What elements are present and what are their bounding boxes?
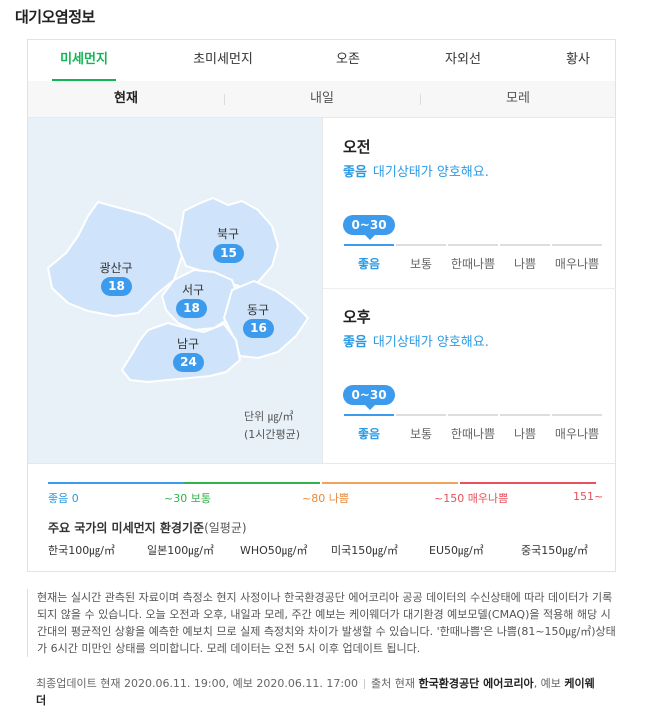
district-name: 북구 (216, 227, 240, 241)
district-value-badge[interactable]: 18 (176, 299, 207, 318)
scale-label: 매우나쁨 (554, 257, 600, 271)
tab-uv[interactable]: 자외선 (438, 40, 488, 81)
scale-bar-normal (396, 244, 446, 246)
tab-yellow-dust[interactable]: 황사 (558, 40, 598, 81)
scale-bar-good (344, 414, 394, 416)
standard-item: 일본100㎍/㎥ (147, 544, 214, 557)
period-title-am: 오전 (343, 138, 371, 156)
divider (323, 288, 616, 289)
unit-average-text: (1시간평균) (244, 428, 301, 441)
disclaimer-notes: 현재는 실시간 관측된 자료이며 측정소 현지 사정이나 한국환경공단 에어코리… (27, 589, 617, 657)
scale-bar-very-bad (552, 414, 602, 416)
legend-max-label: 151~ (573, 490, 604, 503)
range-pill: 0~30 (343, 215, 395, 240)
status-line-pm: 좋음 대기상태가 양호해요. (343, 331, 489, 350)
scale-bar-very-bad (552, 244, 602, 246)
district-name: 광산구 (99, 261, 133, 275)
range-pill: 0~30 (343, 385, 395, 410)
scale-label: 나쁨 (513, 427, 537, 441)
legend-very-bad-label: ~150 매우나쁨 (434, 492, 509, 505)
update-time: 최종업데이트 현재 2020.06.11. 19:00, 예보 2020.06.… (36, 677, 359, 690)
scale-label: 한때나쁨 (450, 257, 496, 271)
status-line-am: 좋음 대기상태가 양호해요. (343, 161, 489, 180)
district-value-badge[interactable]: 18 (101, 277, 132, 296)
standards-title-text: 주요 국가의 미세먼지 환경기준 (48, 521, 205, 535)
tab-day-after[interactable]: 모레 (488, 81, 548, 117)
legend-bad-label: ~80 나쁨 (302, 492, 349, 505)
scale-bar-good (344, 244, 394, 246)
standard-item: EU50㎍/㎥ (429, 544, 484, 557)
district-name: 서구 (181, 283, 205, 297)
scale-label: 한때나쁨 (450, 427, 496, 441)
legend-bar-good (48, 482, 184, 484)
scale-bar-normal (396, 414, 446, 416)
scale-bar-temp-bad (448, 414, 498, 416)
tab-fine-dust[interactable]: 미세먼지 (52, 40, 116, 82)
status-description: 대기상태가 양호해요. (372, 165, 489, 180)
divider (420, 94, 421, 105)
source-forecast-prefix: , 예보 (533, 677, 561, 690)
divider (364, 679, 366, 689)
legend-good-label: 좋음 0 (48, 492, 79, 505)
district-value-badge[interactable]: 15 (213, 244, 244, 263)
tab-now[interactable]: 현재 (96, 81, 156, 117)
divider (28, 463, 615, 464)
standard-item: 중국150㎍/㎥ (521, 544, 588, 557)
scale-label: 매우나쁨 (554, 427, 600, 441)
unit-label: 단위 ㎍/㎥ (1시간평균) (244, 408, 300, 444)
standards-subtitle: (일평균) (204, 521, 247, 535)
district-name: 남구 (176, 337, 200, 351)
scale-bar-bad (500, 414, 550, 416)
standards-title: 주요 국가의 미세먼지 환경기준(일평균) (48, 519, 247, 536)
pollutant-tabs: 미세먼지 초미세먼지 오존 자외선 황사 (28, 40, 615, 82)
status-grade: 좋음 (343, 165, 367, 180)
tab-tomorrow[interactable]: 내일 (292, 81, 352, 117)
district-name: 동구 (246, 303, 270, 317)
district-map: 북구 15 광산구 18 서구 18 동구 16 남구 24 단위 ㎍/㎥ (1… (28, 118, 322, 463)
forecast-panel: 오전 좋음 대기상태가 양호해요. 0~30 좋음 보통 한때나쁨 나쁨 매우나쁨… (322, 118, 616, 463)
status-grade: 좋음 (343, 335, 367, 350)
period-title-pm: 오후 (343, 308, 371, 326)
scale-label: 나쁨 (513, 257, 537, 271)
scale-bar-temp-bad (448, 244, 498, 246)
divider (224, 94, 225, 105)
scale-label: 좋음 (357, 257, 381, 271)
legend-normal-label: ~30 보통 (164, 492, 211, 505)
air-quality-card: 미세먼지 초미세먼지 오존 자외선 황사 현재 내일 모레 북구 15 광산구 … (27, 39, 616, 572)
scale-label: 좋음 (357, 427, 381, 441)
standard-item: 미국150㎍/㎥ (331, 544, 398, 557)
scale-bar-bad (500, 244, 550, 246)
district-value-badge[interactable]: 16 (243, 319, 274, 338)
legend-bar-bad (322, 482, 458, 484)
unit-text: 단위 ㎍/㎥ (244, 410, 294, 423)
source-prefix: 출처 현재 (371, 677, 416, 690)
scale-label: 보통 (409, 257, 433, 271)
page-title: 대기오염정보 (15, 8, 95, 26)
legend-bar-normal (184, 482, 320, 484)
scale-label: 보통 (409, 427, 433, 441)
standard-item: 한국100㎍/㎥ (48, 544, 115, 557)
day-tabs: 현재 내일 모레 (28, 81, 615, 118)
source-link-airkorea[interactable]: 한국환경공단 에어코리아 (419, 677, 534, 690)
district-value-badge[interactable]: 24 (173, 353, 204, 372)
legend-bar-very-bad (460, 482, 596, 484)
update-info: 최종업데이트 현재 2020.06.11. 19:00, 예보 2020.06.… (36, 675, 596, 709)
tab-ozone[interactable]: 오존 (328, 40, 368, 81)
standard-item: WHO50㎍/㎥ (240, 544, 308, 557)
tab-ultrafine-dust[interactable]: 초미세먼지 (188, 40, 258, 81)
status-description: 대기상태가 양호해요. (372, 335, 489, 350)
